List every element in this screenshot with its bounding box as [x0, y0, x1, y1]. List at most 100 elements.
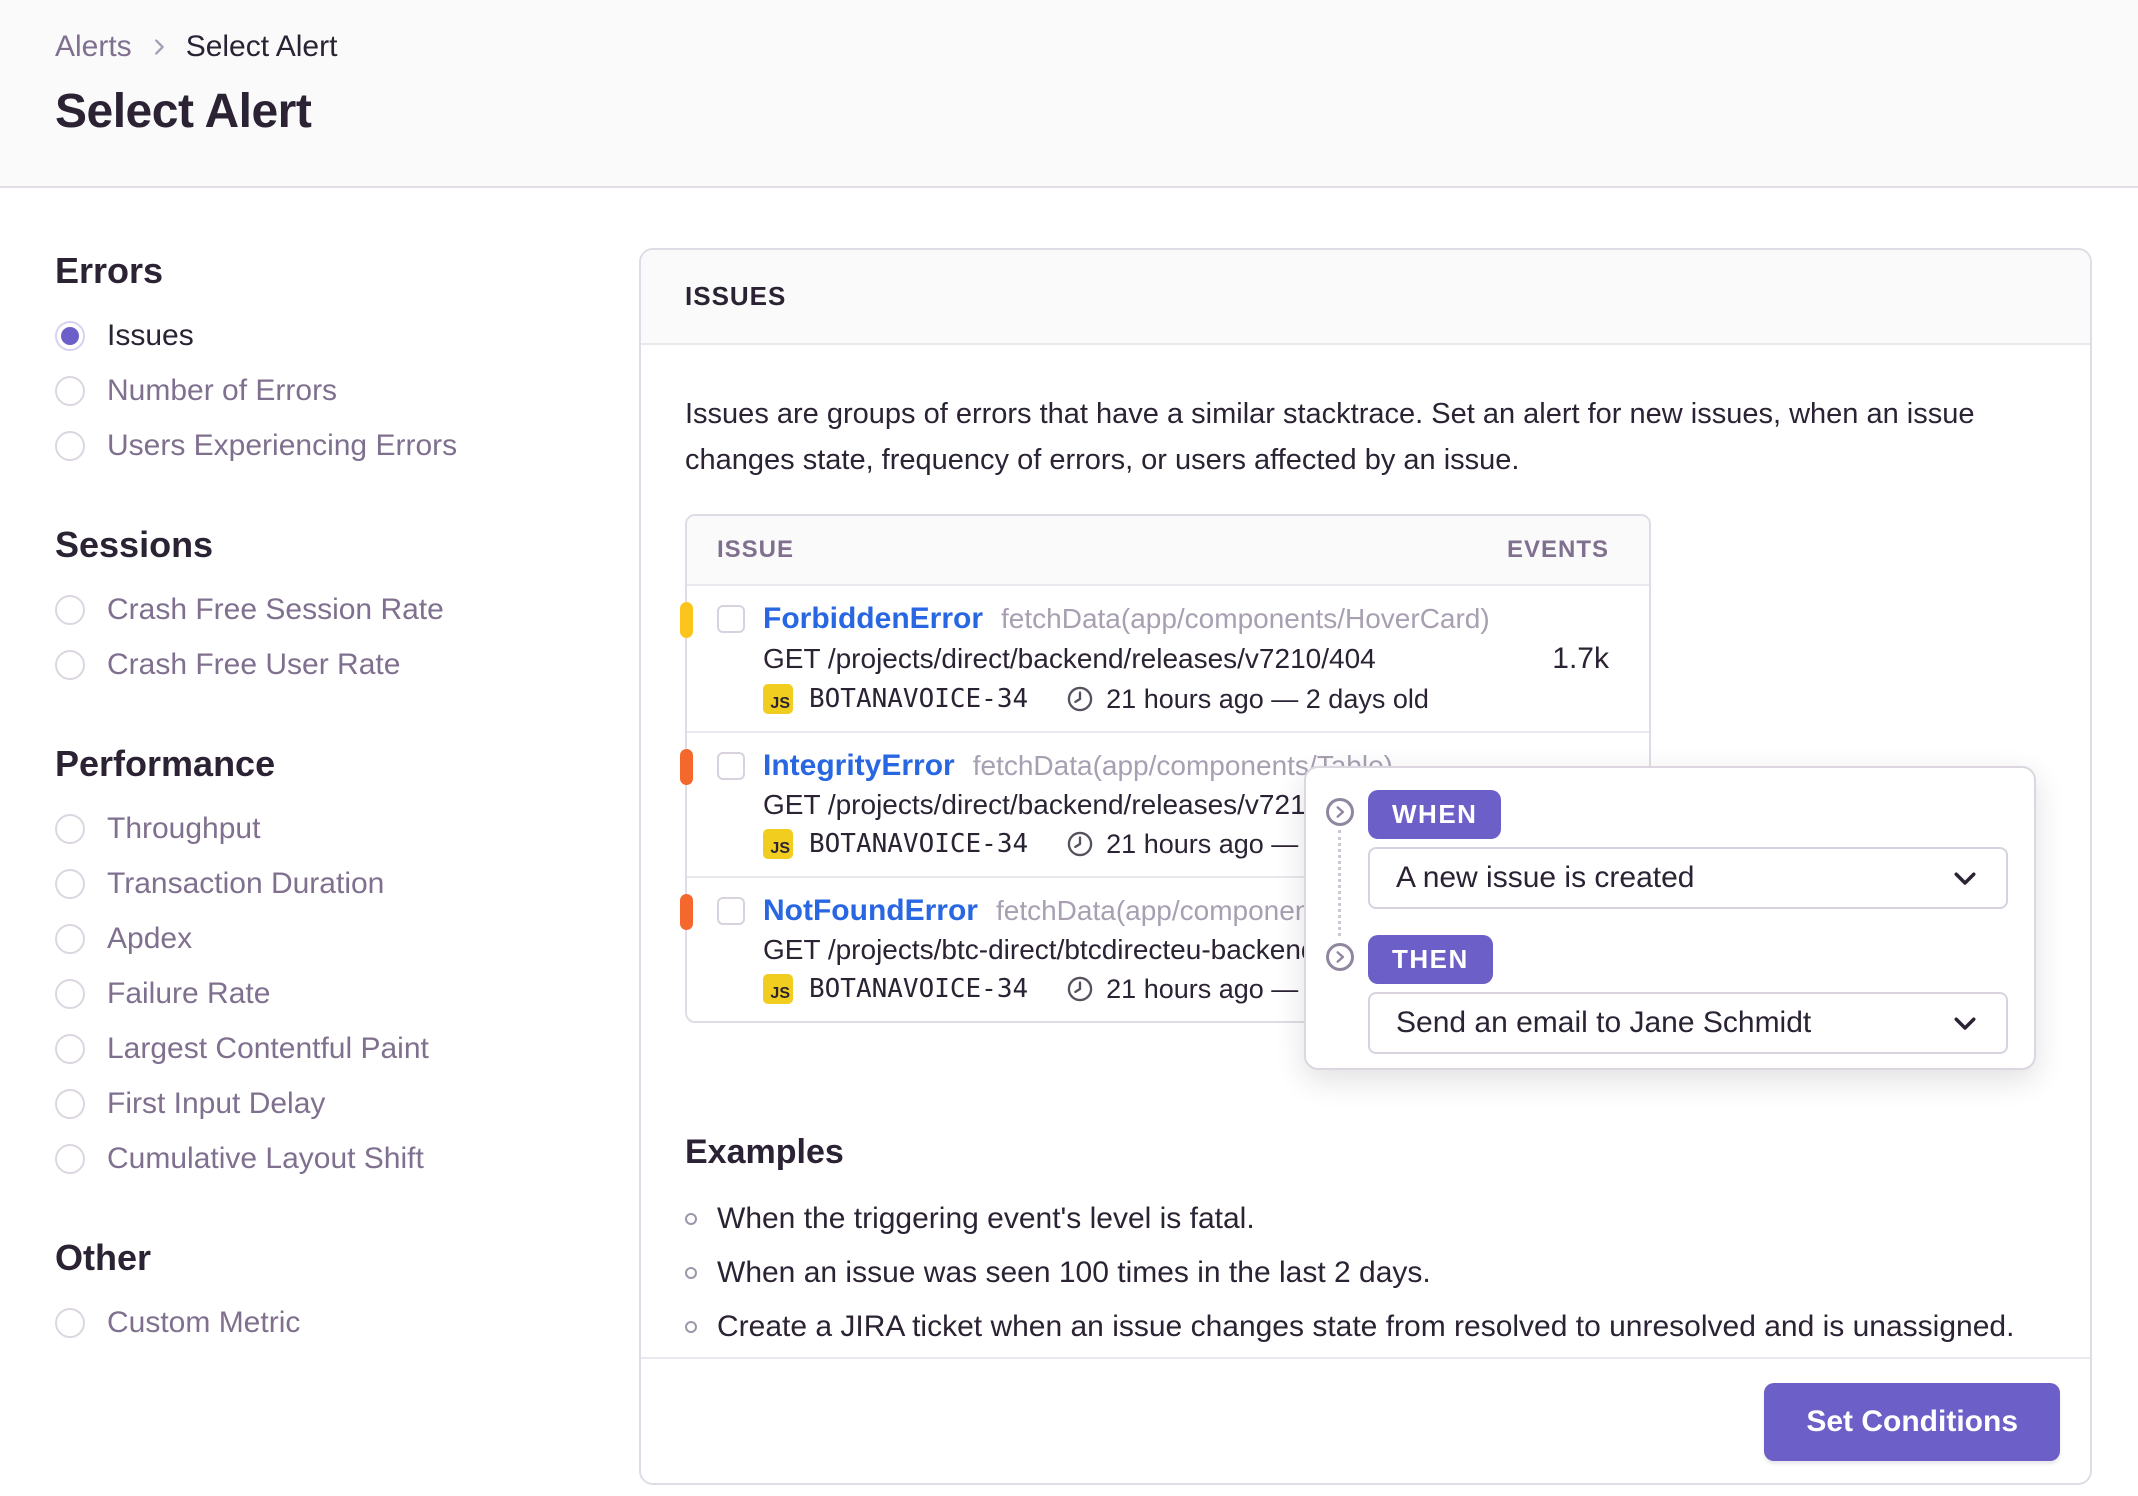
section-title-other: Other: [55, 1237, 152, 1278]
radio-label: Throughput: [107, 812, 261, 845]
clock-icon: [1066, 685, 1094, 713]
radio-label: Apdex: [107, 922, 193, 955]
radio-circle[interactable]: [55, 1144, 85, 1174]
issues-table-header: ISSUE EVENTS: [687, 515, 1649, 586]
radio-issues[interactable]: Issues: [55, 319, 639, 352]
section-title-performance: Performance: [55, 743, 276, 784]
alert-type-sidebar: Errors Issues Number of Errors Users Exp…: [55, 248, 639, 1485]
radio-label: Largest Contentful Paint: [107, 1032, 429, 1065]
radio-crash-free-session-rate[interactable]: Crash Free Session Rate: [55, 593, 639, 626]
issue-events-count: 1.7k: [1552, 641, 1609, 675]
issue-path: GET /projects/direct/backend/releases/v7…: [763, 642, 1376, 674]
level-indicator-bar: [680, 893, 693, 930]
radio-circle[interactable]: [55, 650, 85, 680]
radio-first-input-delay[interactable]: First Input Delay: [55, 1087, 639, 1120]
clock-icon: [1066, 830, 1094, 858]
page-title: Select Alert: [55, 85, 312, 138]
issue-title-link[interactable]: IntegrityError: [763, 749, 955, 783]
radio-throughput[interactable]: Throughput: [55, 812, 639, 845]
examples-title: Examples: [685, 1132, 844, 1171]
bullet-icon: [685, 1320, 697, 1333]
radio-label: Cumulative Layout Shift: [107, 1142, 424, 1175]
level-indicator-bar: [680, 748, 693, 785]
radio-circle[interactable]: [55, 1089, 85, 1119]
radio-circle[interactable]: [55, 431, 85, 461]
when-condition-select[interactable]: A new issue is created: [1368, 847, 2008, 909]
issue-checkbox[interactable]: [717, 751, 745, 780]
example-text: Create a JIRA ticket when an issue chang…: [717, 1309, 2015, 1343]
issue-short-id: BOTANAVOICE-34: [809, 829, 1029, 860]
radio-label: Custom Metric: [107, 1306, 301, 1339]
radio-number-of-errors[interactable]: Number of Errors: [55, 374, 639, 407]
when-then-popup: WHEN A new issue is created THEN Send an…: [1304, 766, 2036, 1070]
breadcrumb-current: Select Alert: [185, 30, 338, 63]
radio-circle[interactable]: [55, 979, 85, 1009]
radio-largest-contentful-paint[interactable]: Largest Contentful Paint: [55, 1032, 639, 1065]
column-events: EVENTS: [1506, 535, 1609, 563]
issue-age: 21 hours ago — 2 days old: [1106, 683, 1429, 714]
radio-label: Transaction Duration: [107, 867, 385, 900]
panel-description: Issues are groups of errors that have a …: [685, 398, 1975, 477]
then-action-select[interactable]: Send an email to Jane Schmidt: [1368, 992, 2008, 1054]
issue-checkbox[interactable]: [717, 604, 745, 633]
radio-circle[interactable]: [55, 595, 85, 625]
radio-label: First Input Delay: [107, 1087, 326, 1120]
example-item: Create a JIRA ticket when an issue chang…: [685, 1310, 2046, 1344]
panel-footer: Set Conditions: [641, 1357, 2090, 1483]
examples-section: Examples When the triggering event's lev…: [685, 1133, 2046, 1344]
radio-failure-rate[interactable]: Failure Rate: [55, 977, 639, 1010]
set-conditions-button[interactable]: Set Conditions: [1764, 1383, 2060, 1461]
issue-short-id: BOTANAVOICE-34: [809, 684, 1029, 715]
panel-header: ISSUES: [641, 250, 2090, 345]
radio-transaction-duration[interactable]: Transaction Duration: [55, 867, 639, 900]
chevron-down-icon: [1950, 863, 1980, 893]
radio-circle[interactable]: [55, 1034, 85, 1064]
level-indicator-bar: [680, 601, 693, 638]
when-condition-value: A new issue is created: [1396, 861, 1695, 894]
issue-checkbox[interactable]: [717, 896, 745, 925]
chevron-right-circle-icon: [1326, 943, 1354, 971]
radio-users-experiencing-errors[interactable]: Users Experiencing Errors: [55, 429, 639, 462]
example-item: When an issue was seen 100 times in the …: [685, 1256, 2046, 1290]
breadcrumb-alerts[interactable]: Alerts: [55, 30, 132, 64]
radio-circle[interactable]: [55, 924, 85, 954]
chevron-right-circle-icon: [1326, 798, 1354, 826]
clock-icon: [1066, 975, 1094, 1003]
javascript-platform-icon: JS: [763, 684, 793, 715]
issue-row-forbiddenerror: ForbiddenError fetchData(app/components/…: [680, 586, 1649, 733]
issue-title-link[interactable]: NotFoundError: [763, 894, 978, 928]
radio-circle[interactable]: [55, 1308, 85, 1338]
radio-label: Users Experiencing Errors: [107, 429, 458, 462]
section-other: Other Custom Metric: [55, 1237, 639, 1339]
radio-apdex[interactable]: Apdex: [55, 922, 639, 955]
radio-label: Crash Free User Rate: [107, 648, 401, 681]
column-issue: ISSUE: [717, 535, 795, 563]
radio-crash-free-user-rate[interactable]: Crash Free User Rate: [55, 648, 639, 681]
then-badge: THEN: [1368, 935, 1493, 984]
bullet-icon: [685, 1266, 697, 1279]
issue-path: GET /projects/direct/backend/releases/v7…: [763, 788, 1376, 820]
example-text: When the triggering event's level is fat…: [717, 1201, 1255, 1235]
example-text: When an issue was seen 100 times in the …: [717, 1255, 1431, 1289]
section-errors: Errors Issues Number of Errors Users Exp…: [55, 250, 639, 462]
when-badge: WHEN: [1368, 790, 1502, 839]
radio-circle-selected[interactable]: [55, 321, 85, 351]
javascript-platform-icon: JS: [763, 974, 793, 1005]
then-action-row: THEN Send an email to Jane Schmidt: [1326, 935, 2008, 1054]
breadcrumb: Alerts Select Alert: [55, 30, 2138, 64]
radio-circle[interactable]: [55, 814, 85, 844]
section-performance: Performance Throughput Transaction Durat…: [55, 743, 639, 1175]
radio-circle[interactable]: [55, 376, 85, 406]
radio-label: Crash Free Session Rate: [107, 593, 444, 626]
radio-cumulative-layout-shift[interactable]: Cumulative Layout Shift: [55, 1142, 639, 1175]
section-sessions: Sessions Crash Free Session Rate Crash F…: [55, 524, 639, 681]
radio-label: Failure Rate: [107, 977, 271, 1010]
chevron-right-icon: [148, 36, 170, 58]
section-title-errors: Errors: [55, 250, 164, 291]
page-header: Alerts Select Alert Select Alert: [0, 0, 2138, 188]
when-condition-row: WHEN A new issue is created: [1326, 790, 2008, 909]
radio-custom-metric[interactable]: Custom Metric: [55, 1306, 639, 1339]
radio-circle[interactable]: [55, 869, 85, 899]
issue-title-link[interactable]: ForbiddenError: [763, 602, 983, 636]
chevron-down-icon: [1950, 1008, 1980, 1038]
